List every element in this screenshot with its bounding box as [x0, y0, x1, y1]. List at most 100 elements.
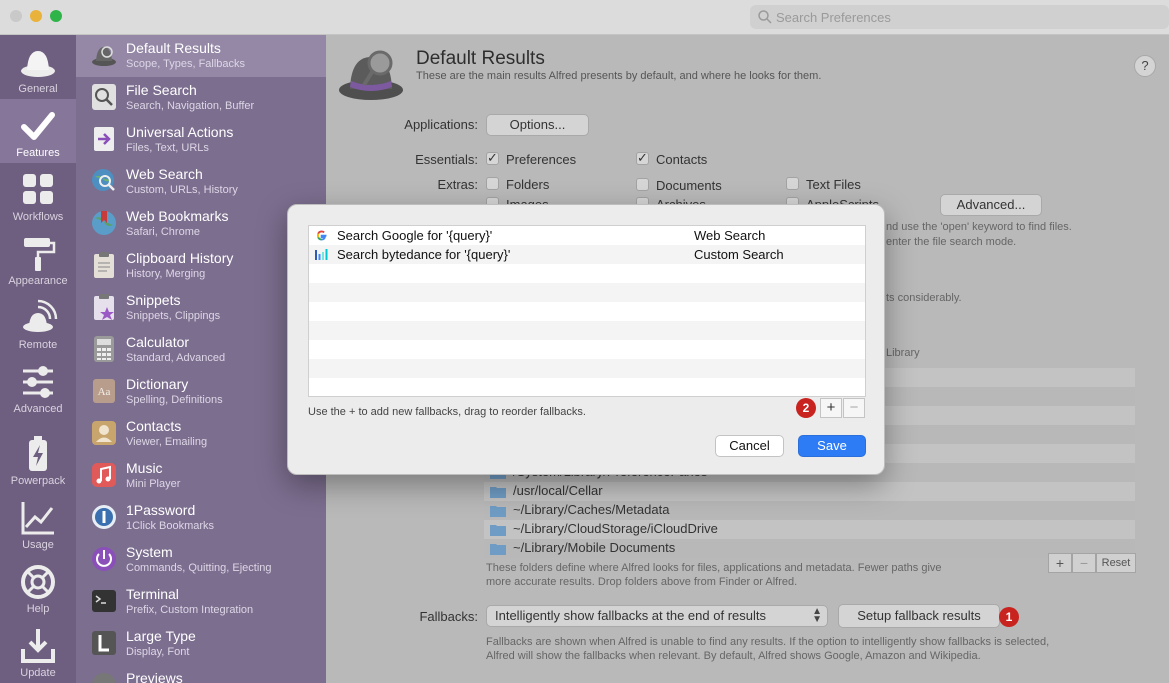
zoom-window-button[interactable]	[50, 10, 62, 22]
setup-fallback-results-button[interactable]: Setup fallback results	[838, 604, 1000, 628]
rail-label: Remote	[18, 339, 58, 351]
rail-item-features[interactable]: Features	[0, 99, 76, 163]
folders-checkbox[interactable]	[486, 177, 499, 190]
globe-search-icon	[92, 169, 115, 191]
extras-note-line-2: enter the file search mode.	[886, 236, 1017, 248]
rail-item-help[interactable]: Help	[0, 555, 76, 619]
scope-row[interactable]: ~/Library/Caches/Metadata	[484, 501, 1135, 520]
fallbacks-mode-select[interactable]: Intelligently show fallbacks at the end …	[486, 605, 828, 627]
feature-item-1password[interactable]: 1Password 1Click Bookmarks	[76, 497, 326, 539]
rail-item-powerpack[interactable]: Powerpack	[0, 427, 76, 491]
advanced-button[interactable]: Advanced...	[940, 194, 1042, 216]
rail-item-appearance[interactable]: Appearance	[0, 227, 76, 291]
fallback-hint: Use the + to add new fallbacks, drag to …	[308, 406, 586, 418]
fallback-note-line-2: Alfred will show the fallbacks when rele…	[486, 650, 981, 662]
feature-title: Clipboard History	[126, 250, 234, 266]
fallback-row-empty	[309, 359, 865, 378]
feature-title: Universal Actions	[126, 124, 234, 140]
rail-label: Advanced	[13, 403, 63, 415]
title-bar	[0, 0, 1169, 35]
feature-title: Web Bookmarks	[126, 208, 229, 224]
rail-label: Workflows	[12, 211, 64, 223]
applications-options-button[interactable]: Options...	[486, 114, 589, 136]
scope-row[interactable]: /usr/local/Cellar	[484, 482, 1135, 501]
page-subtitle: These are the main results Alfred presen…	[416, 70, 822, 82]
rail-item-workflows[interactable]: Workflows	[0, 163, 76, 227]
feature-item-previews[interactable]: Previews	[76, 665, 326, 683]
feature-item-universal-actions[interactable]: Universal Actions Files, Text, URLs	[76, 119, 326, 161]
rail-item-usage[interactable]: Usage	[0, 491, 76, 555]
feature-item-default-results[interactable]: Default Results Scope, Types, Fallbacks	[76, 35, 326, 77]
folder-icon	[490, 487, 506, 498]
feature-subtitle: Prefix, Custom Integration	[126, 604, 254, 616]
contacts-checkbox-label: Contacts	[656, 152, 708, 167]
feature-item-system[interactable]: System Commands, Quitting, Ejecting	[76, 539, 326, 581]
feature-title: Terminal	[126, 586, 179, 602]
rail-item-general[interactable]: General	[0, 35, 76, 99]
clipboard-icon	[94, 252, 114, 278]
add-fallback-button[interactable]: +	[820, 398, 842, 418]
extras-label: Extras:	[437, 177, 478, 192]
feature-item-web-search[interactable]: Web Search Custom, URLs, History	[76, 161, 326, 203]
rail-label: Features	[16, 147, 60, 159]
fallback-row-google[interactable]: Search Google for '{query}' Web Search	[309, 226, 865, 245]
preferences-search[interactable]	[750, 5, 1169, 29]
checkmark-icon	[21, 112, 55, 140]
essentials-label: Essentials:	[415, 152, 478, 167]
feature-subtitle: 1Click Bookmarks	[126, 520, 215, 532]
close-window-button[interactable]	[10, 10, 22, 22]
rail-item-remote[interactable]: Remote	[0, 291, 76, 355]
search-preferences-input[interactable]	[776, 7, 1156, 27]
contacts-checkbox[interactable]	[636, 150, 649, 166]
scope-path: ~/Library/CloudStorage/iCloudDrive	[513, 521, 718, 536]
search-icon	[758, 10, 772, 24]
feature-title: Music	[126, 460, 163, 476]
scope-reset-button[interactable]: Reset	[1096, 553, 1136, 573]
remove-fallback-button[interactable]: −	[843, 398, 865, 418]
documents-checkbox-label: Documents	[656, 178, 722, 193]
contacts-icon	[92, 421, 116, 445]
feature-subtitle: Snippets, Clippings	[126, 310, 221, 322]
scope-row[interactable]: ~/Library/Mobile Documents	[484, 539, 1135, 558]
rail-item-advanced[interactable]: Advanced	[0, 355, 76, 419]
text-files-checkbox-label: Text Files	[806, 177, 861, 192]
scope-add-button[interactable]: +	[1048, 553, 1072, 573]
alfred-hat-icon	[339, 50, 403, 100]
fallback-row-empty	[309, 321, 865, 340]
calculator-icon	[94, 336, 114, 362]
cancel-button[interactable]: Cancel	[715, 435, 784, 457]
scope-path: ~/Library/Mobile Documents	[513, 540, 676, 555]
feature-item-file-search[interactable]: File Search Search, Navigation, Buffer	[76, 77, 326, 119]
feature-title: Previews	[126, 670, 183, 683]
fallback-row-bytedance[interactable]: Search bytedance for '{query}' Custom Se…	[309, 245, 865, 264]
scope-row[interactable]: ~/Library/CloudStorage/iCloudDrive	[484, 520, 1135, 539]
fallback-title: Search bytedance for '{query}'	[337, 247, 511, 262]
library-note: Library	[886, 347, 920, 359]
folder-icon	[490, 544, 506, 555]
help-button[interactable]: ?	[1134, 55, 1156, 77]
lifebuoy-icon	[21, 565, 55, 599]
rail-item-update[interactable]: Update	[0, 619, 76, 683]
preferences-checkbox[interactable]	[486, 150, 499, 166]
save-button[interactable]: Save	[798, 435, 866, 457]
feature-subtitle: Commands, Quitting, Ejecting	[126, 562, 272, 574]
scope-remove-button[interactable]: −	[1072, 553, 1096, 573]
universal-actions-icon	[94, 127, 114, 151]
feature-item-terminal[interactable]: Terminal Prefix, Custom Integration	[76, 581, 326, 623]
previews-icon	[92, 673, 116, 683]
fallback-row-empty	[309, 302, 865, 321]
feature-item-large-type[interactable]: Large Type Display, Font	[76, 623, 326, 665]
text-files-checkbox[interactable]	[786, 177, 799, 190]
scope-path: /usr/local/Cellar	[513, 483, 603, 498]
folders-checkbox-label: Folders	[506, 177, 550, 192]
folder-icon	[490, 525, 506, 536]
file-search-icon	[92, 84, 116, 110]
google-icon	[317, 230, 327, 241]
documents-checkbox[interactable]	[636, 178, 649, 191]
fallbacks-mode-value: Intelligently show fallbacks at the end …	[495, 608, 766, 623]
scope-note-line-1: These folders define where Alfred looks …	[486, 562, 942, 574]
updown-chevron-icon: ▲ ▼	[812, 606, 822, 625]
minimize-window-button[interactable]	[30, 10, 42, 22]
fallback-list[interactable]: Search Google for '{query}' Web Search S…	[308, 225, 866, 397]
applications-label: Applications:	[404, 117, 478, 132]
